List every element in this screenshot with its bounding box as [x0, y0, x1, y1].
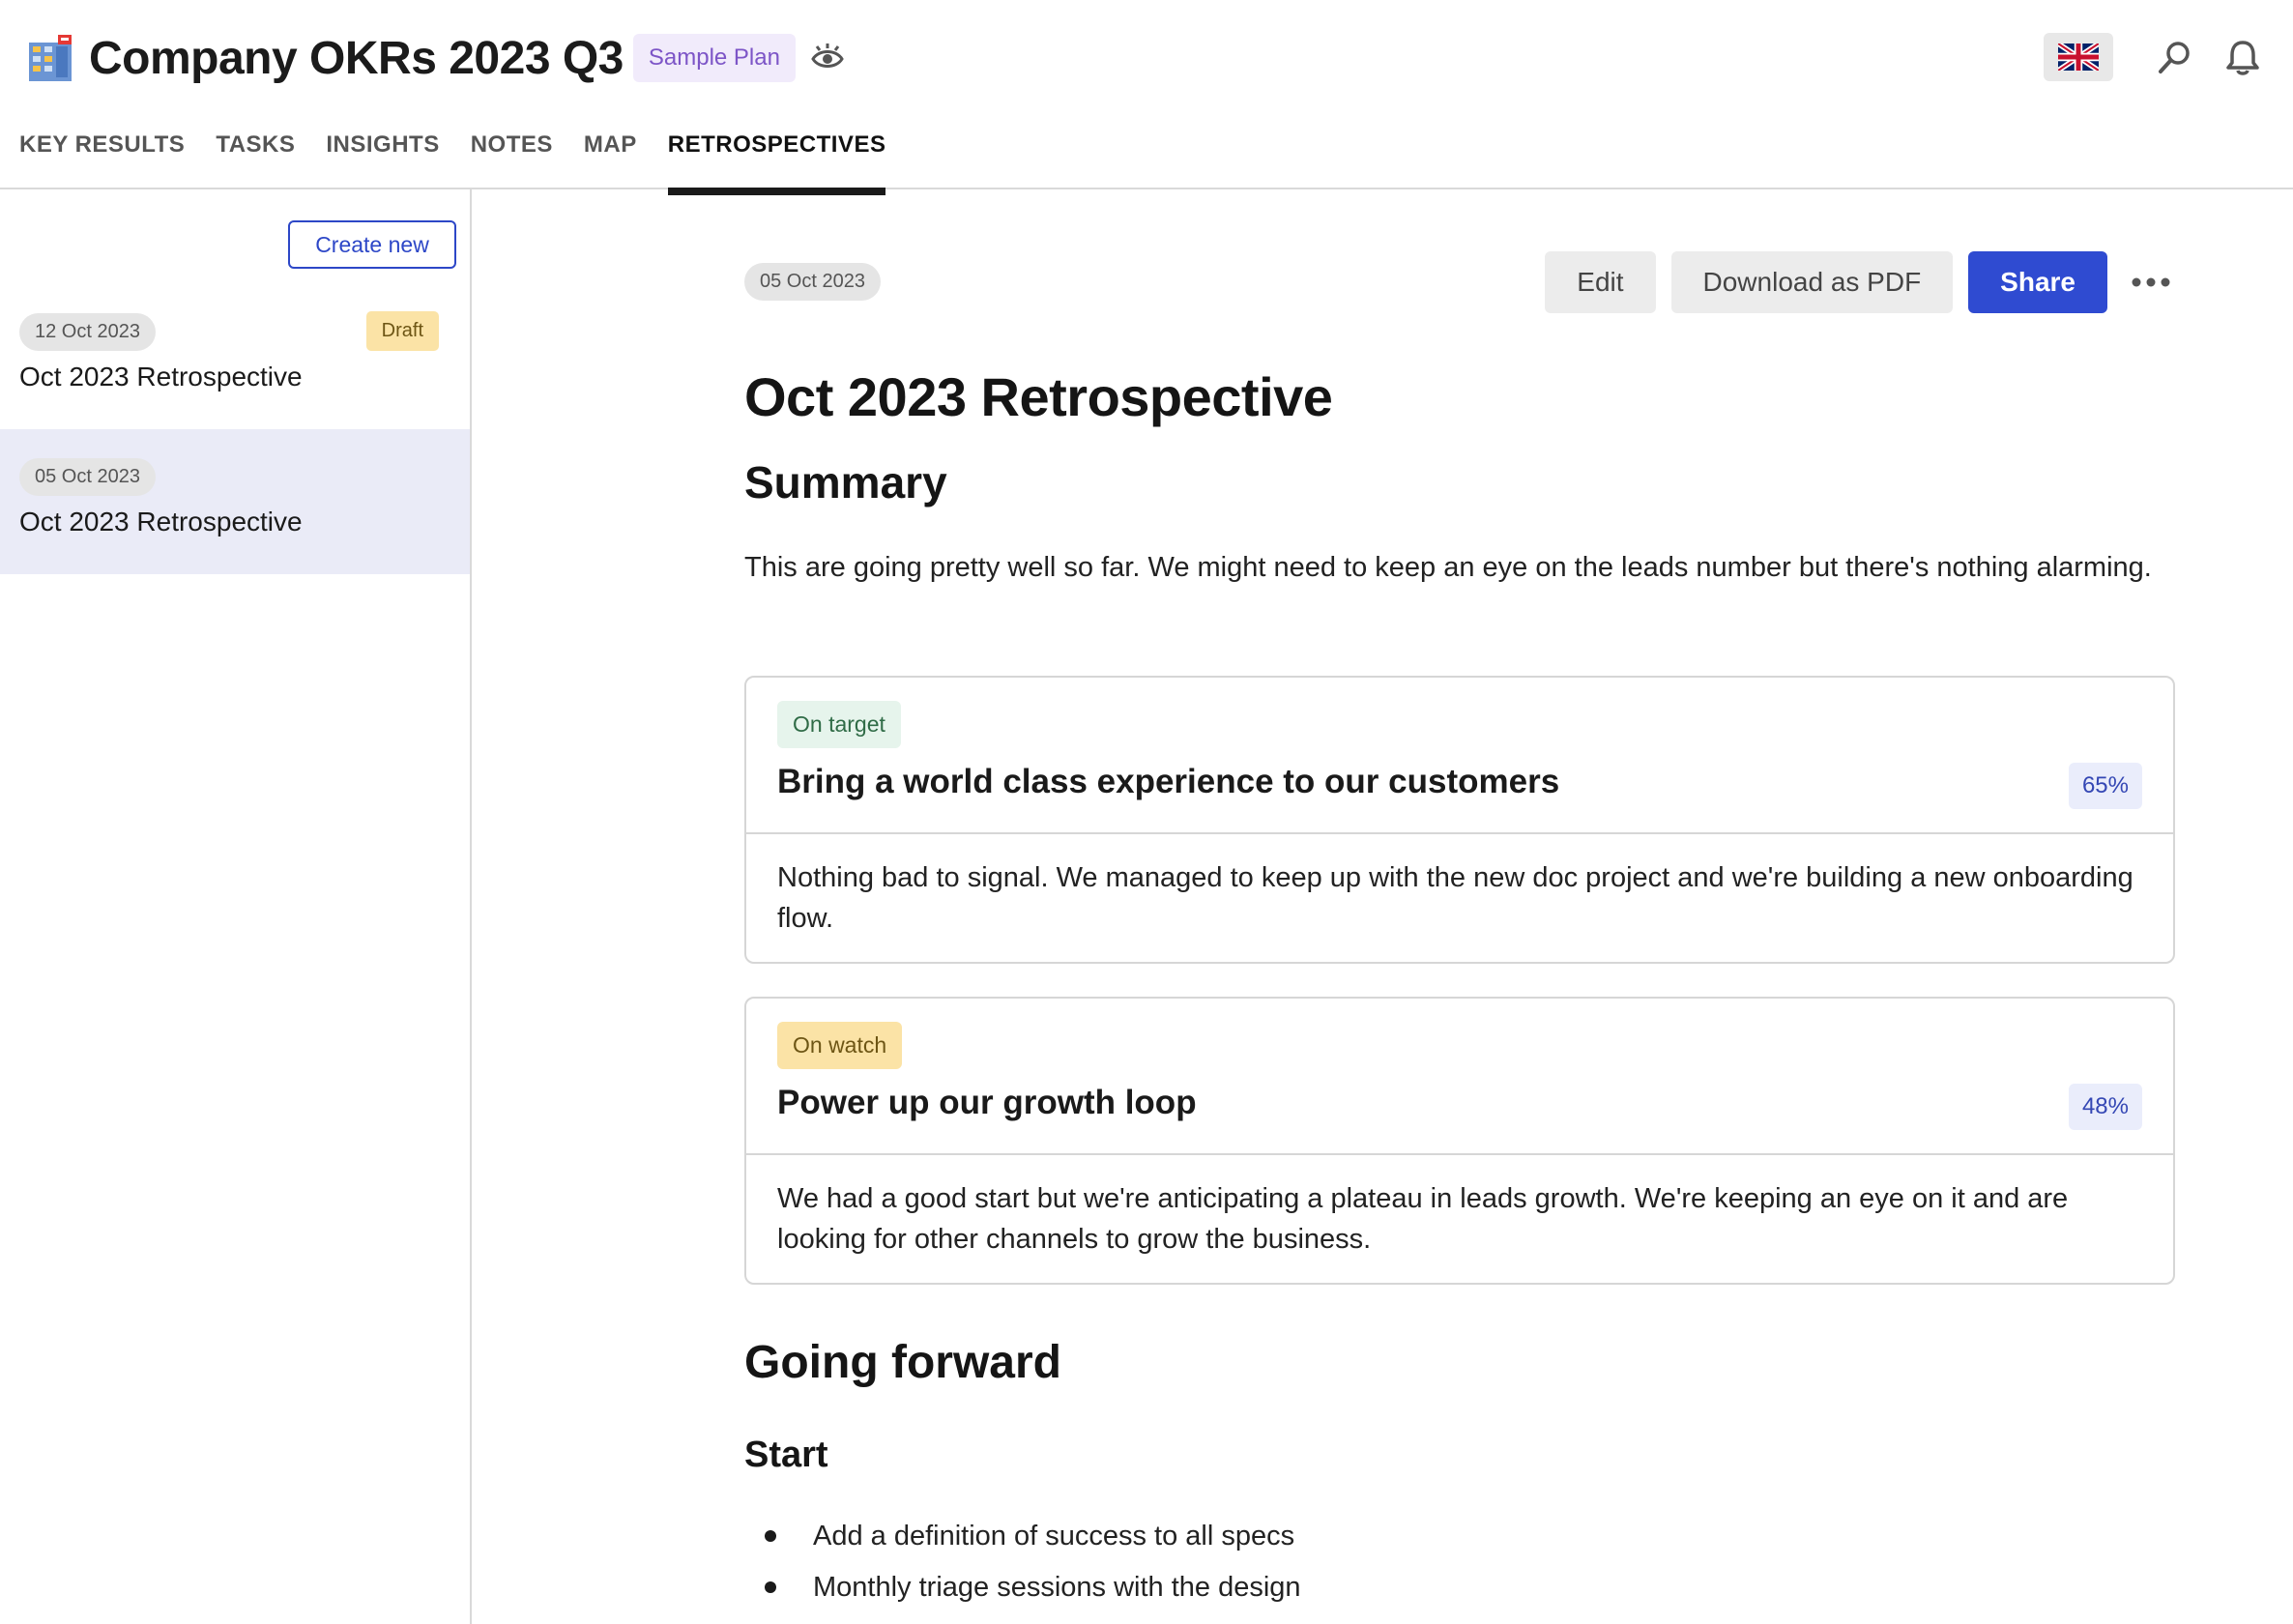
bell-icon	[2226, 41, 2259, 75]
start-heading: Start	[744, 1435, 828, 1475]
create-new-button[interactable]: Create new	[288, 220, 456, 269]
tab-notes[interactable]: NOTES	[471, 126, 553, 189]
more-options-button[interactable]	[2127, 251, 2175, 313]
top-bar: Company OKRs 2023 Q3 Sample Plan KEY RES…	[0, 0, 2293, 195]
objective-card: On target Bring a world class experience…	[744, 676, 2175, 964]
title-row: Company OKRs 2023 Q3 Sample Plan	[25, 27, 846, 89]
sidebar-item-retrospective[interactable]: 12 Oct 2023 Draft Oct 2023 Retrospective	[0, 284, 470, 429]
summary-text: This are going pretty well so far. We mi…	[744, 552, 2152, 583]
page-title: Company OKRs 2023 Q3	[89, 32, 624, 84]
retrospective-date: 05 Oct 2023	[744, 263, 881, 301]
draft-badge: Draft	[365, 311, 439, 351]
bullet-icon	[765, 1581, 776, 1593]
sidebar-item-title: Oct 2023 Retrospective	[19, 362, 303, 392]
start-list: Add a definition of success to all specs…	[744, 1516, 1301, 1618]
status-badge: On watch	[777, 1022, 903, 1069]
share-button[interactable]: Share	[1968, 251, 2107, 313]
objective-note: Nothing bad to signal. We managed to kee…	[777, 862, 2133, 934]
date-chip: 05 Oct 2023	[19, 458, 156, 496]
building-icon	[29, 35, 72, 81]
retrospectives-sidebar: Create new 12 Oct 2023 Draft Oct 2023 Re…	[0, 189, 472, 1624]
tab-tasks[interactable]: TASKS	[216, 126, 295, 189]
tab-map[interactable]: MAP	[584, 126, 637, 189]
objective-card-header: On target Bring a world class experience…	[746, 678, 2173, 834]
progress-badge: 48%	[2068, 1084, 2142, 1130]
top-right-controls	[2044, 33, 2268, 81]
language-button[interactable]	[2044, 33, 2113, 81]
list-item: Add a definition of success to all specs	[744, 1516, 1301, 1567]
summary-heading: Summary	[744, 457, 947, 508]
list-item-text: Monthly triage sessions with the design	[813, 1572, 1301, 1603]
list-item: Monthly triage sessions with the design	[744, 1567, 1301, 1618]
objective-title: Power up our growth loop	[777, 1084, 1197, 1121]
more-horizontal-icon	[2132, 277, 2170, 287]
uk-flag-icon	[2058, 44, 2099, 71]
action-bar: Edit Download as PDF Share	[1529, 251, 2175, 313]
plan-badge[interactable]: Sample Plan	[632, 34, 796, 82]
notifications-button[interactable]	[2218, 33, 2268, 81]
search-button[interactable]	[2150, 33, 2200, 81]
date-chip: 12 Oct 2023	[19, 313, 156, 351]
objective-card-header: On watch Power up our growth loop 48%	[746, 999, 2173, 1155]
download-pdf-button[interactable]: Download as PDF	[1670, 251, 1954, 313]
sidebar-item-title: Oct 2023 Retrospective	[19, 507, 303, 536]
watch-eye-icon[interactable]	[809, 40, 846, 76]
progress-badge: 65%	[2068, 763, 2142, 809]
list-item-text: Add a definition of success to all specs	[813, 1521, 1295, 1552]
status-badge: On target	[777, 701, 901, 748]
edit-button[interactable]: Edit	[1545, 251, 1656, 313]
going-forward-heading: Going forward	[744, 1337, 1061, 1388]
tab-key-results[interactable]: KEY RESULTS	[19, 126, 185, 189]
main-tabs: KEY RESULTS TASKS INSIGHTS NOTES MAP RET…	[19, 126, 916, 195]
bullet-icon	[765, 1530, 776, 1542]
tab-insights[interactable]: INSIGHTS	[326, 126, 439, 189]
objective-note: We had a good start but we're anticipati…	[777, 1183, 2069, 1255]
objective-title: Bring a world class experience to our cu…	[777, 763, 1560, 800]
sidebar-item-retrospective-selected[interactable]: 05 Oct 2023 Oct 2023 Retrospective	[0, 429, 470, 574]
search-icon	[2159, 42, 2190, 73]
tab-retrospectives[interactable]: RETROSPECTIVES	[667, 126, 886, 195]
objective-card: On watch Power up our growth loop 48% We…	[744, 997, 2175, 1285]
retrospective-title: Oct 2023 Retrospective	[744, 366, 1333, 427]
